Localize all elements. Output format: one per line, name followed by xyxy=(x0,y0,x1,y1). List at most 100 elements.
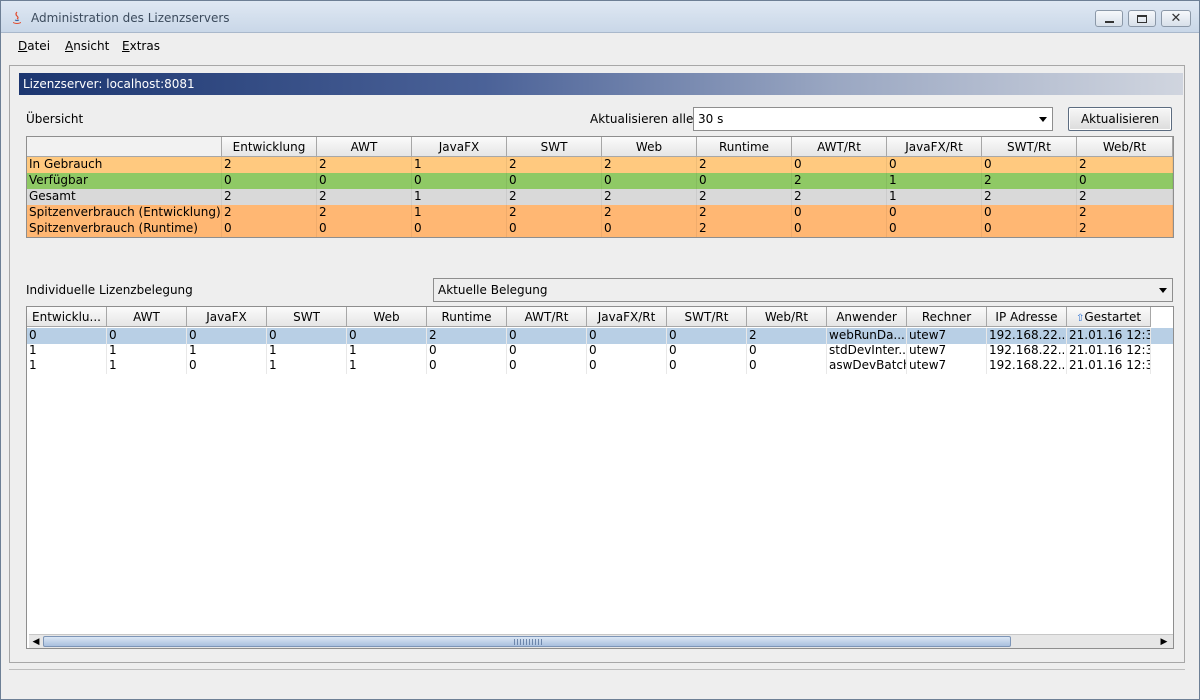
individual-col-header[interactable]: AWT/Rt xyxy=(507,307,587,327)
overview-cell: 1 xyxy=(412,157,507,173)
overview-col-header[interactable]: JavaFX xyxy=(412,137,507,157)
overview-col-header[interactable] xyxy=(27,137,222,157)
individual-col-header[interactable]: AWT xyxy=(107,307,187,327)
overview-col-header[interactable]: Runtime xyxy=(697,137,792,157)
overview-row[interactable]: Gesamt 2 2 1 2 2 2 2 1 2 2 xyxy=(27,189,1173,205)
allocation-mode-select[interactable]: Aktuelle Belegung xyxy=(433,278,1173,302)
overview-table: Entwicklung AWT JavaFX SWT Web Runtime AWT/Rt J… xyxy=(26,136,1174,238)
individual-col-header[interactable]: Runtime xyxy=(427,307,507,327)
menu-datei[interactable]: Datei xyxy=(18,39,50,53)
individual-cell: 0 xyxy=(187,358,267,374)
minimize-button[interactable] xyxy=(1095,10,1123,27)
individual-cell: 0 xyxy=(587,343,667,359)
overview-row-label: Spitzenverbrauch (Entwicklung) xyxy=(29,205,222,221)
grip-icon xyxy=(514,639,542,645)
overview-row[interactable]: Spitzenverbrauch (Entwicklung) 2 2 1 2 2 2 0 0 0 2 xyxy=(27,205,1173,221)
individual-cell: 0 xyxy=(587,328,667,344)
overview-col-header[interactable]: AWT/Rt xyxy=(792,137,887,157)
title-bar[interactable]: Administration des Lizenzservers ✕ xyxy=(1,1,1199,33)
overview-cell: 0 xyxy=(317,221,412,237)
restore-icon xyxy=(1137,14,1147,23)
overview-cell: 0 xyxy=(982,221,1077,237)
overview-col-header[interactable]: Entwicklung xyxy=(222,137,317,157)
overview-row[interactable]: In Gebrauch 2 2 1 2 2 2 0 0 0 2 xyxy=(27,157,1173,173)
overview-cell: 0 xyxy=(982,157,1077,173)
overview-col-header[interactable]: AWT xyxy=(317,137,412,157)
individual-cell: 192.168.22.... xyxy=(989,328,1067,344)
overview-cell: 2 xyxy=(317,157,412,173)
maximize-button[interactable] xyxy=(1128,10,1156,27)
table-row[interactable]: 1 1 0 1 1 0 0 0 0 0 aswDevBatch utew7 192.168.22....… xyxy=(27,358,1173,374)
scrollbar-thumb[interactable] xyxy=(43,636,1011,647)
table-row[interactable]: 1 1 1 1 1 0 0 0 0 0 stdDevInter... utew7 192.168.22.… xyxy=(27,343,1173,359)
overview-cell: 2 xyxy=(982,173,1077,189)
individual-cell: 192.168.22.... xyxy=(989,343,1067,359)
menu-extras[interactable]: Extras xyxy=(122,39,160,53)
individual-col-header[interactable]: SWT xyxy=(267,307,347,327)
individual-cell: utew7 xyxy=(907,328,987,344)
overview-row[interactable]: Spitzenverbrauch (Runtime) 0 0 0 0 0 2 0 0 0 2 xyxy=(27,221,1173,237)
individual-cell: 21.01.16 12:39 xyxy=(1067,358,1151,374)
scroll-left-icon[interactable]: ◀ xyxy=(31,637,41,647)
server-header: Lizenzserver: localhost:8081 xyxy=(19,73,1183,95)
overview-col-header[interactable]: JavaFX/Rt xyxy=(887,137,982,157)
overview-cell: 2 xyxy=(222,205,317,221)
overview-cell: 2 xyxy=(602,205,697,221)
overview-col-header[interactable]: Web/Rt xyxy=(1077,137,1173,157)
individual-label: Individuelle Lizenzbelegung xyxy=(26,283,193,297)
overview-col-header[interactable]: SWT xyxy=(507,137,602,157)
overview-row[interactable]: Verfügbar 0 0 0 0 0 0 2 1 2 0 xyxy=(27,173,1173,189)
individual-cell: 0 xyxy=(427,358,507,374)
table-row[interactable]: 0 0 0 0 0 2 0 0 0 2 webRunDa... utew7 192.168.22....… xyxy=(27,328,1173,344)
overview-cell: 2 xyxy=(1077,205,1173,221)
individual-table: Entwicklu... AWT JavaFX SWT Web Runtime AWT/Rt… xyxy=(26,306,1174,649)
individual-cell: 1 xyxy=(347,358,427,374)
individual-cell: utew7 xyxy=(907,358,987,374)
overview-col-header[interactable]: SWT/Rt xyxy=(982,137,1077,157)
individual-col-header[interactable]: Web/Rt xyxy=(747,307,827,327)
overview-cell: 2 xyxy=(1077,157,1173,173)
overview-cell: 0 xyxy=(602,173,697,189)
individual-col-label: Gestartet xyxy=(1084,310,1142,324)
close-icon: ✕ xyxy=(1170,11,1182,26)
overview-cell: 0 xyxy=(317,173,412,189)
individual-cell: aswDevBatch xyxy=(829,358,907,374)
overview-cell: 2 xyxy=(792,173,887,189)
scroll-right-icon[interactable]: ▶ xyxy=(1159,637,1169,647)
refresh-button[interactable]: Aktualisieren xyxy=(1068,107,1172,131)
individual-col-header[interactable]: JavaFX xyxy=(187,307,267,327)
individual-cell: 0 xyxy=(587,358,667,374)
overview-cell: 2 xyxy=(317,189,412,205)
close-button[interactable]: ✕ xyxy=(1161,10,1191,27)
individual-cell: utew7 xyxy=(907,343,987,359)
individual-col-header[interactable]: Anwender xyxy=(827,307,907,327)
refresh-interval-select[interactable]: 30 s xyxy=(693,107,1053,131)
overview-cell: 0 xyxy=(887,221,982,237)
individual-col-header[interactable]: JavaFX/Rt xyxy=(587,307,667,327)
overview-row-label: In Gebrauch xyxy=(27,157,222,173)
individual-cell: 1 xyxy=(27,358,107,374)
individual-cell: 1 xyxy=(107,358,187,374)
individual-col-header[interactable]: Entwicklu... xyxy=(27,307,107,327)
overview-cell: 2 xyxy=(697,205,792,221)
individual-cell: 0 xyxy=(507,358,587,374)
individual-col-header[interactable]: SWT/Rt xyxy=(667,307,747,327)
individual-col-header[interactable]: ⇧Gestartet xyxy=(1067,307,1151,327)
overview-cell: 0 xyxy=(792,221,887,237)
overview-row-label: Gesamt xyxy=(27,189,222,205)
individual-cell: 0 xyxy=(27,328,107,344)
overview-col-header[interactable]: Web xyxy=(602,137,697,157)
overview-cell: 0 xyxy=(412,221,507,237)
individual-col-header[interactable]: Rechner xyxy=(907,307,987,327)
menu-ansicht[interactable]: Ansicht xyxy=(65,39,109,53)
overview-cell: 2 xyxy=(982,189,1077,205)
individual-cell: 1 xyxy=(267,343,347,359)
individual-cell: 0 xyxy=(507,343,587,359)
individual-cell: 0 xyxy=(747,343,827,359)
horizontal-scrollbar[interactable]: ◀ ▶ xyxy=(29,634,1173,648)
window-title: Administration des Lizenzservers xyxy=(31,11,230,25)
individual-col-header[interactable]: Web xyxy=(347,307,427,327)
individual-col-header[interactable]: IP Adresse xyxy=(987,307,1067,327)
individual-cell: 2 xyxy=(427,328,507,344)
individual-cell: 1 xyxy=(347,343,427,359)
